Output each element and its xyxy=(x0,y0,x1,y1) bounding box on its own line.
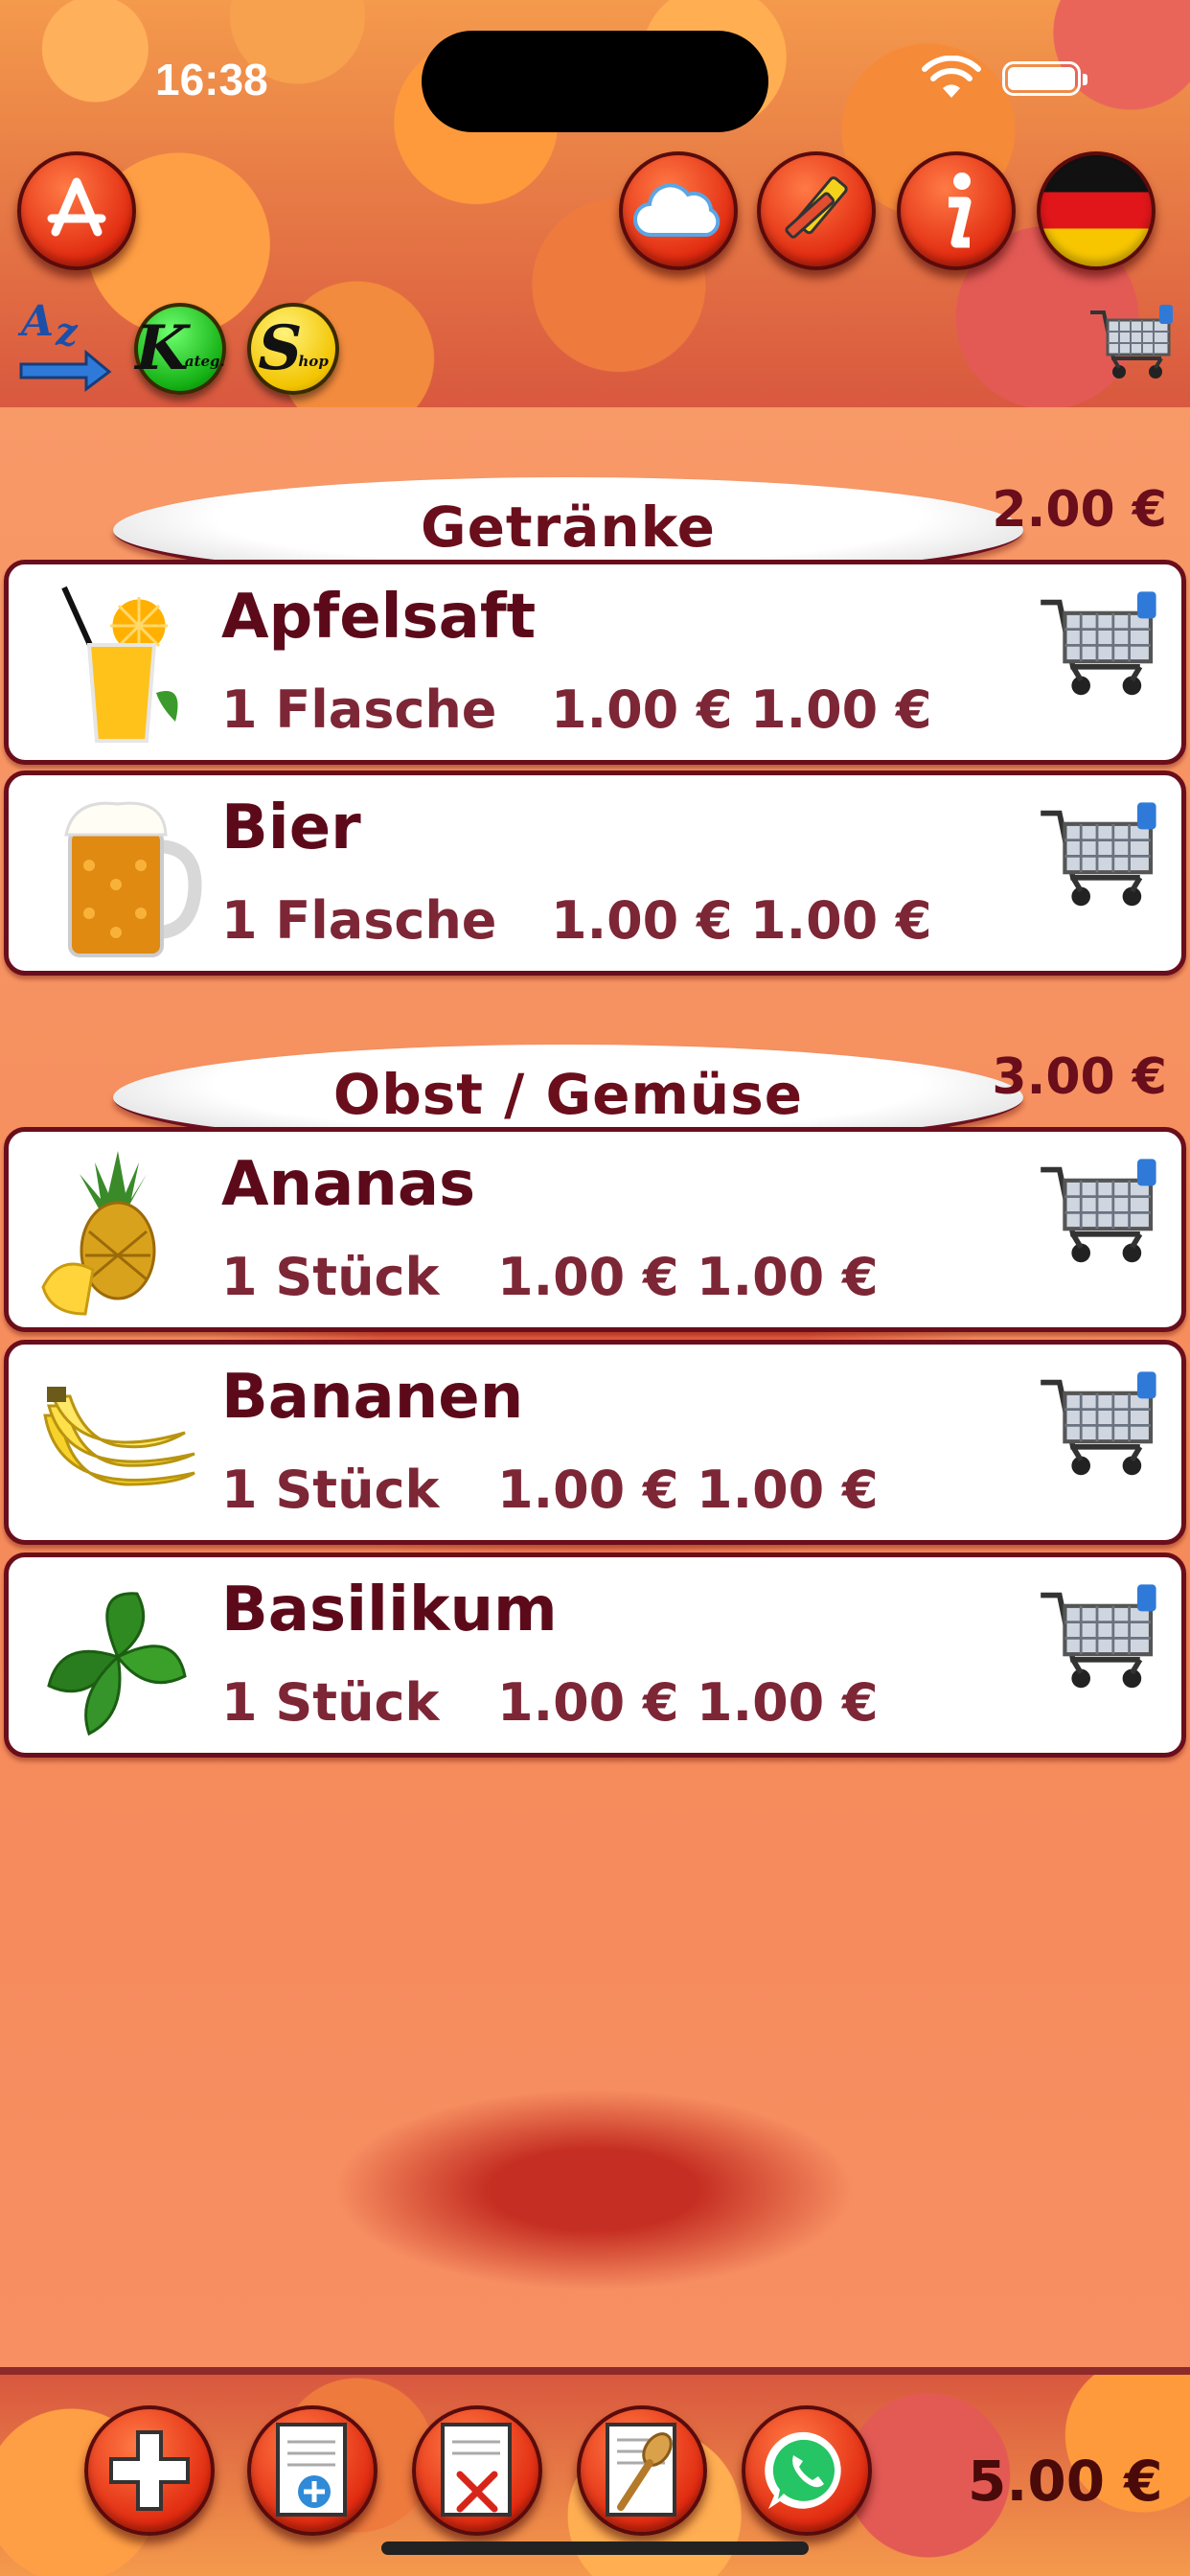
item-total: 1.00 € xyxy=(750,679,932,740)
dynamic-island xyxy=(422,31,768,132)
item-total: 1.00 € xyxy=(697,1672,879,1733)
item-name: Bananen xyxy=(221,1362,524,1433)
whatsapp-share-button[interactable] xyxy=(742,2405,872,2536)
item-quantity: 1 Flasche xyxy=(221,890,497,951)
svg-text:z: z xyxy=(55,310,79,355)
s-letter: S xyxy=(258,312,303,384)
add-list-button[interactable] xyxy=(247,2405,378,2536)
language-button[interactable] xyxy=(1037,151,1156,270)
shopping-cart-icon[interactable] xyxy=(1030,1354,1164,1507)
beer-mug-image xyxy=(64,801,202,957)
grand-total: 5.00 € xyxy=(968,2449,1163,2514)
pineapple-image xyxy=(41,1151,156,1316)
plus-icon xyxy=(109,2430,190,2511)
item-name: Bier xyxy=(221,793,361,863)
add-item-button[interactable] xyxy=(84,2405,215,2536)
item-name: Basilikum xyxy=(221,1575,558,1645)
item-quantity: 1 Flasche xyxy=(221,679,497,740)
list-item[interactable]: Bananen 1 Stück 1.00 € 1.00 € xyxy=(4,1340,1186,1545)
orange-juice-image xyxy=(61,586,178,743)
item-unit-price: 1.00 € xyxy=(497,1247,679,1307)
cloud-sync-button[interactable] xyxy=(619,151,738,270)
shop-sort-button[interactable]: Shop xyxy=(247,303,339,395)
item-quantity: 1 Stück xyxy=(221,1247,440,1307)
item-name: Apfelsaft xyxy=(221,582,537,653)
recipe-button[interactable] xyxy=(577,2405,707,2536)
item-unit-price: 1.00 € xyxy=(497,1672,679,1733)
list-item[interactable]: Ananas 1 Stück 1.00 € 1.00 € xyxy=(4,1127,1186,1332)
item-unit-price: 1.00 € xyxy=(497,1460,679,1520)
list-item[interactable]: Apfelsaft 1 Flasche 1.00 € 1.00 € xyxy=(4,560,1186,765)
edit-button[interactable] xyxy=(757,151,876,270)
shopping-cart-icon[interactable] xyxy=(1030,785,1164,938)
item-total: 1.00 € xyxy=(697,1460,879,1520)
home-indicator[interactable] xyxy=(381,2542,809,2555)
k-sub: ateg. xyxy=(184,353,225,370)
shopping-cart-icon[interactable] xyxy=(1083,299,1179,395)
section-title: Obst / Gemüse xyxy=(332,1062,804,1127)
s-sub: hop xyxy=(298,353,329,370)
info-icon xyxy=(949,172,972,248)
app-store-button[interactable] xyxy=(17,151,136,270)
item-unit-price: 1.00 € xyxy=(551,890,733,951)
list-item[interactable]: Basilikum 1 Stück 1.00 € 1.00 € xyxy=(4,1552,1186,1758)
item-total: 1.00 € xyxy=(697,1247,879,1307)
item-name: Ananas xyxy=(221,1149,476,1220)
info-button[interactable] xyxy=(897,151,1016,270)
status-time: 16:38 xyxy=(155,55,268,104)
category-sort-button[interactable]: Kateg. xyxy=(134,303,226,395)
bananas-image xyxy=(43,1387,195,1486)
whatsapp-icon xyxy=(765,2431,841,2509)
delete-list-icon xyxy=(441,2423,512,2517)
battery-icon xyxy=(1002,61,1087,96)
shopping-cart-icon[interactable] xyxy=(1030,1141,1164,1295)
wifi-icon xyxy=(922,56,981,98)
section-total: 2.00 € xyxy=(992,481,1167,539)
section-total: 3.00 € xyxy=(992,1048,1167,1106)
item-total: 1.00 € xyxy=(750,890,932,951)
shopping-cart-icon[interactable] xyxy=(1030,574,1164,727)
app-store-icon xyxy=(47,177,106,237)
item-unit-price: 1.00 € xyxy=(551,679,733,740)
delete-list-button[interactable] xyxy=(412,2405,542,2536)
k-letter: K xyxy=(135,312,189,384)
svg-text:A: A xyxy=(17,297,54,346)
item-quantity: 1 Stück xyxy=(221,1672,440,1733)
cloud-icon xyxy=(633,183,721,238)
list-item[interactable]: Bier 1 Flasche 1.00 € 1.00 € xyxy=(4,770,1186,976)
shopping-cart-icon[interactable] xyxy=(1030,1567,1164,1720)
sort-az-icon[interactable]: A z xyxy=(15,293,115,393)
basil-image xyxy=(47,1592,187,1736)
recipe-spoon-icon xyxy=(606,2423,676,2517)
marker-pen-icon xyxy=(785,176,848,239)
item-quantity: 1 Stück xyxy=(221,1460,440,1520)
section-title: Getränke xyxy=(420,494,717,560)
add-list-icon xyxy=(276,2423,347,2517)
